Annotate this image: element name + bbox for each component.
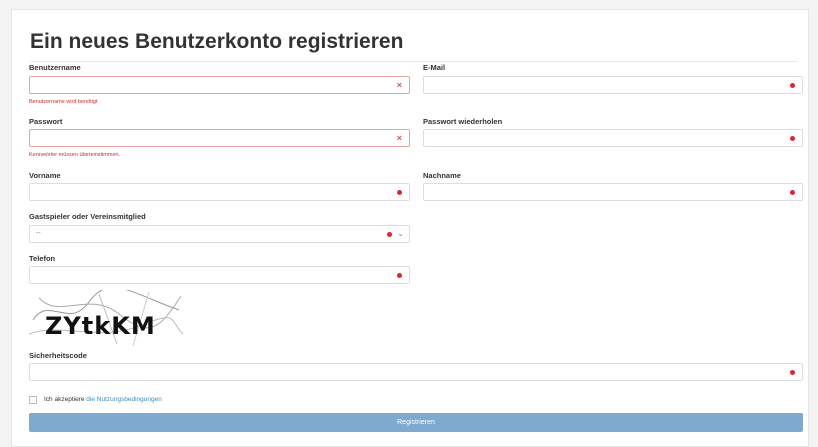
terms-checkbox[interactable]: [29, 396, 37, 404]
firstname-input[interactable]: [29, 183, 410, 201]
username-input[interactable]: ×: [29, 76, 410, 94]
required-dot-icon: [790, 370, 795, 375]
membership-select[interactable]: -- ⌄: [29, 225, 410, 243]
chevron-down-icon: ⌄: [397, 229, 404, 238]
required-dot-icon: [790, 190, 795, 195]
phone-input[interactable]: [29, 266, 410, 284]
error-x-icon: ×: [396, 133, 402, 143]
lastname-input[interactable]: [423, 183, 803, 201]
terms-label: Ich akzeptiere die Nutzungsbedingungen: [44, 396, 162, 403]
password-error: Kennwörter müssen übereinstimmen.: [29, 152, 121, 158]
captcha-text: ZYtkKM: [45, 312, 156, 340]
required-dot-icon: [397, 190, 402, 195]
membership-value: --: [36, 230, 41, 237]
required-dot-icon: [397, 273, 402, 278]
password-label: Passwort: [29, 117, 63, 126]
title-divider: [30, 61, 798, 62]
security-code-input[interactable]: [29, 363, 803, 381]
register-button[interactable]: Registrieren: [29, 413, 803, 432]
terms-link[interactable]: die Nutzungsbedingungen: [86, 396, 162, 403]
security-code-label: Sicherheitscode: [29, 351, 87, 360]
captcha-image: ZYtkKM: [29, 290, 183, 348]
firstname-label: Vorname: [29, 171, 61, 180]
password-input[interactable]: ×: [29, 129, 410, 147]
password-repeat-label: Passwort wiederholen: [423, 117, 503, 126]
email-input[interactable]: [423, 76, 803, 94]
lastname-label: Nachname: [423, 171, 461, 180]
username-error: Benutzername wird benötigt: [29, 99, 98, 105]
required-dot-icon: [790, 83, 795, 88]
page-title: Ein neues Benutzerkonto registrieren: [30, 30, 404, 53]
phone-label: Telefon: [29, 254, 56, 263]
required-dot-icon: [790, 136, 795, 141]
email-label: E-Mail: [423, 63, 446, 72]
error-x-icon: ×: [396, 80, 402, 90]
username-label: Benutzername: [29, 63, 81, 72]
registration-card: Ein neues Benutzerkonto registrieren Ben…: [11, 9, 809, 447]
terms-prefix: Ich akzeptiere: [44, 396, 85, 403]
membership-label: Gastspieler oder Vereinsmitglied: [29, 212, 146, 221]
password-repeat-input[interactable]: [423, 129, 803, 147]
required-dot-icon: [387, 232, 392, 237]
